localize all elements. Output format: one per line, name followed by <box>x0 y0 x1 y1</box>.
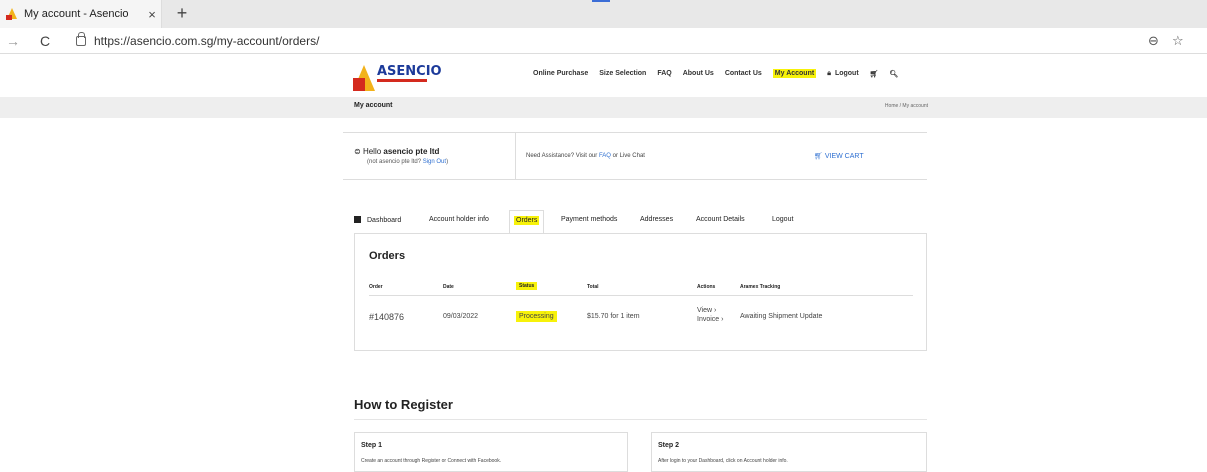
browser-tab-title: My account - Asencio <box>24 8 129 20</box>
browser-tab-bar: My account - Asencio × + <box>0 0 1207 28</box>
address-bar: → C https://asencio.com.sg/my-account/or… <box>0 28 1207 54</box>
view-cart-label: VIEW CART <box>824 153 864 160</box>
lock-icon: 🔒︎ <box>827 70 831 77</box>
tab-account-holder-info[interactable]: Account holder info <box>429 216 489 223</box>
table-divider <box>369 295 913 296</box>
view-order-link[interactable]: View › <box>697 307 716 314</box>
tab-account-details[interactable]: Account Details <box>696 216 745 223</box>
step-1-card: Step 1 Create an account through Registe… <box>354 432 628 472</box>
tab-orders[interactable]: Orders <box>509 210 545 234</box>
header-status: Status <box>516 282 538 290</box>
tab-payment-methods[interactable]: Payment methods <box>561 216 617 223</box>
account-tabs: Dashboard Account holder info Orders Pay… <box>354 210 927 234</box>
nav-online-purchase[interactable]: Online Purchase <box>533 70 588 78</box>
step-2-title: Step 2 <box>658 442 680 449</box>
zoom-icon[interactable]: ⊖ <box>1148 33 1159 49</box>
user-icon: ⊜ <box>354 147 363 156</box>
greeting-cell: ⊜ Hello asencio pte ltd (not asencio pte… <box>343 133 516 179</box>
orders-panel: Orders Order Date Status Total Actions A… <box>354 233 927 351</box>
invoice-link[interactable]: Invoice › <box>697 316 723 323</box>
greeting-user: asencio pte ltd <box>383 147 440 156</box>
header-aramex-tracking: Aramex Tracking <box>740 284 781 290</box>
aramex-tracking-status: Awaiting Shipment Update <box>740 313 823 320</box>
step-1-text: Create an account through Register or Co… <box>361 458 502 464</box>
assistance-prefix: Need Assistance? Visit our <box>526 153 599 159</box>
favorites-icon[interactable]: ☆ <box>1172 33 1184 49</box>
nav-faq[interactable]: FAQ <box>657 70 671 78</box>
close-tab-icon[interactable]: × <box>143 7 161 22</box>
cart-icon: 🛒︎ <box>814 153 825 160</box>
account-greeting-strip: ⊜ Hello asencio pte ltd (not asencio pte… <box>343 132 927 180</box>
header-date: Date <box>443 284 454 290</box>
view-cart-link[interactable]: 🛒︎ VIEW CART <box>814 152 864 160</box>
greeting-text: Hello <box>362 147 384 156</box>
breadcrumb-bar <box>0 97 1207 118</box>
back-arrow-icon[interactable]: → <box>4 32 22 50</box>
site-header: ASENCIO Online Purchase Size Selection F… <box>343 60 943 94</box>
url-field[interactable]: https://asencio.com.sg/my-account/orders… <box>76 32 1136 50</box>
not-user-prefix: (not asencio pte ltd? <box>367 159 423 165</box>
not-user-suffix: ) <box>446 159 449 165</box>
top-nav: Online Purchase Size Selection FAQ About… <box>533 69 909 78</box>
browser-tab[interactable]: My account - Asencio × <box>0 0 162 28</box>
lock-icon <box>76 32 86 46</box>
tab-dashboard-label: Dashboard <box>367 217 402 224</box>
asencio-logo[interactable]: ASENCIO <box>353 62 442 92</box>
cart-icon[interactable]: 🛒︎ <box>870 70 879 78</box>
tab-indicator <box>592 0 610 2</box>
breadcrumb[interactable]: Home / My account <box>860 103 928 109</box>
tab-dashboard[interactable]: Dashboard <box>354 216 401 224</box>
dashboard-icon <box>354 216 361 223</box>
orders-title: Orders <box>369 250 406 262</box>
order-date: 09/03/2022 <box>443 313 479 320</box>
logo-text: ASENCIO <box>377 64 442 79</box>
view-cart-cell: 🛒︎ VIEW CART <box>776 133 927 179</box>
page-title: My account <box>354 102 393 109</box>
assistance-cell: Need Assistance? Visit our FAQ or Live C… <box>516 133 776 179</box>
greeting: ⊜ Hello asencio pte ltd <box>354 147 439 156</box>
step-1-title: Step 1 <box>361 442 383 449</box>
tab-addresses[interactable]: Addresses <box>640 216 673 223</box>
step-2-card: Step 2 After login to your Dashboard, cl… <box>651 432 927 472</box>
how-to-register-title: How to Register <box>354 397 453 412</box>
assistance-text: Need Assistance? Visit our FAQ or Live C… <box>526 153 645 159</box>
step-2-text: After login to your Dashboard, click on … <box>658 458 788 464</box>
logo-flame-red <box>353 78 365 91</box>
nav-my-account[interactable]: My Account <box>772 69 817 78</box>
nav-logout[interactable]: Logout <box>835 70 859 78</box>
nav-contact-us[interactable]: Contact Us <box>725 70 762 78</box>
order-number-link[interactable]: #140876 <box>369 312 404 322</box>
assistance-suffix: or Live Chat <box>610 153 645 159</box>
logo-underline <box>377 79 427 82</box>
site-favicon-icon <box>6 8 18 20</box>
tab-logout[interactable]: Logout <box>772 216 793 223</box>
search-icon[interactable]: 🔍︎ <box>890 70 899 78</box>
url-text: https://asencio.com.sg/my-account/orders… <box>94 34 320 48</box>
header-actions: Actions <box>697 284 716 290</box>
section-divider <box>354 419 927 420</box>
header-total: Total <box>587 284 599 290</box>
not-user-text: (not asencio pte ltd? Sign Out) <box>367 159 448 165</box>
nav-size-selection[interactable]: Size Selection <box>599 70 646 78</box>
new-tab-button[interactable]: + <box>172 3 192 23</box>
order-total: $15.70 for 1 item <box>587 313 640 320</box>
reload-icon[interactable]: C <box>36 32 54 50</box>
faq-link[interactable]: FAQ <box>599 153 611 159</box>
sign-out-link[interactable]: Sign Out <box>423 159 446 165</box>
header-order: Order <box>369 284 383 290</box>
tab-orders-label: Orders <box>514 216 540 225</box>
nav-about-us[interactable]: About Us <box>683 70 714 78</box>
order-status: Processing <box>516 311 557 322</box>
